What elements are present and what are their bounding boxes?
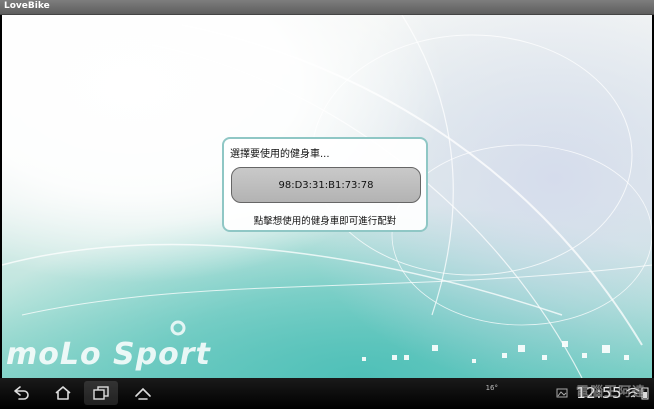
home-button[interactable] — [50, 381, 76, 405]
home-icon — [55, 386, 71, 400]
recent-apps-icon — [93, 386, 109, 400]
recent-apps-button[interactable] — [84, 381, 118, 405]
window-title-bar: LoveBike — [0, 0, 654, 15]
device-picker-dialog: 選擇要使用的健身車... 98:D3:31:B1:73:78 點擊想使用的健身車… — [222, 137, 428, 232]
menu-up-button[interactable] — [130, 381, 156, 405]
watermark-text: 電腦王阿達 — [575, 385, 646, 400]
device-item-button[interactable]: 98:D3:31:B1:73:78 — [231, 167, 421, 203]
back-button[interactable] — [8, 381, 34, 405]
system-navigation-bar: 16° 12:55 電腦王阿達 — [0, 378, 654, 409]
back-icon — [14, 386, 29, 400]
notification-icon — [556, 388, 568, 398]
temperature-readout: 16° — [485, 384, 498, 392]
status-area[interactable]: 12:55 電腦王阿達 — [556, 381, 650, 405]
window-title: LoveBike — [4, 1, 50, 11]
brand-logo-text: moLo Sport — [6, 337, 211, 372]
menu-up-icon — [135, 387, 151, 400]
dialog-title: 選擇要使用的健身車... — [230, 149, 330, 160]
device-address-label: 98:D3:31:B1:73:78 — [278, 179, 374, 191]
dialog-hint: 點擊想使用的健身車即可進行配對 — [253, 216, 397, 227]
